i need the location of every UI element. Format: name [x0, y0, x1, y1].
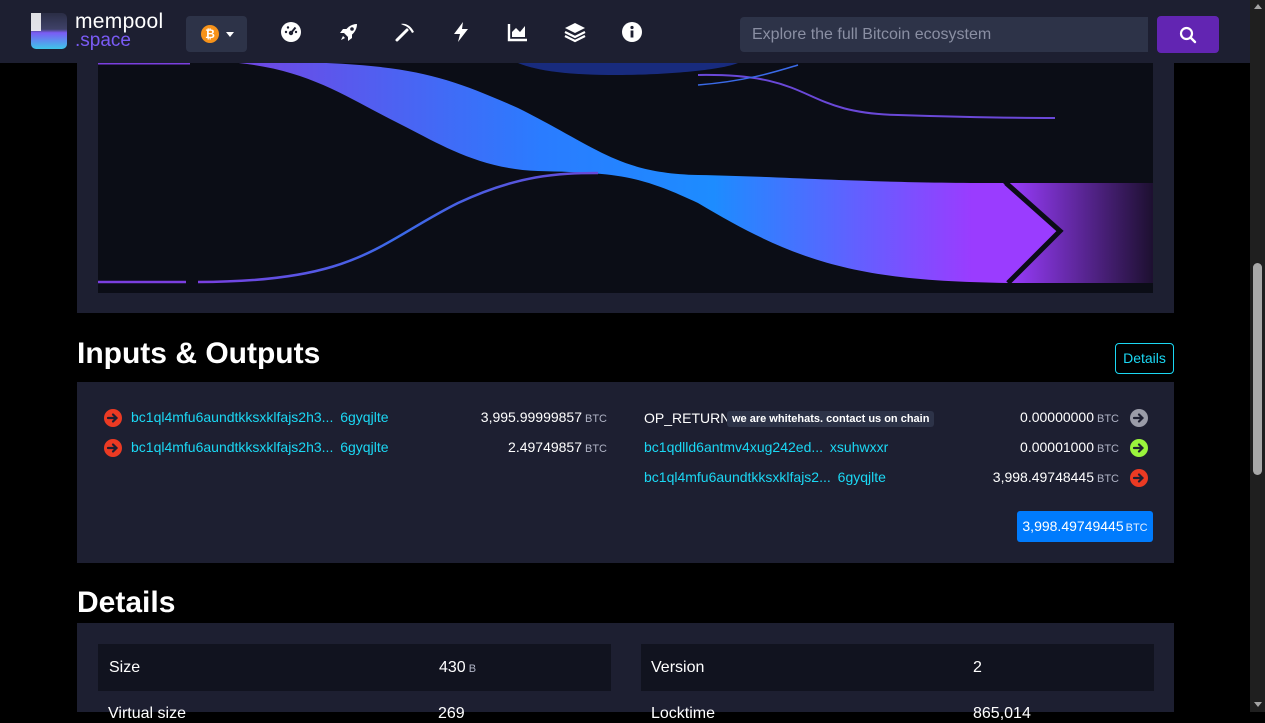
tx-flow-diagram-panel	[77, 63, 1174, 313]
input-amount-unit: BTC	[585, 413, 607, 425]
info-icon[interactable]	[620, 20, 644, 44]
input-address-end: 6gyqjlte	[340, 439, 389, 455]
spent-arrow-icon[interactable]	[104, 439, 122, 457]
output-amount-unit: BTC	[1097, 413, 1119, 425]
input-amount-value: 2.49749857	[508, 439, 582, 455]
inputs-outputs-panel: bc1ql4mfu6aundtkksxklfajs2h3... 6gyqjlte…	[77, 382, 1174, 563]
input-address-end: 6gyqjlte	[340, 409, 389, 425]
output-amount[interactable]: 0.00000000 BTC	[947, 409, 1119, 425]
dashboard-icon[interactable]	[279, 20, 303, 44]
lightning-icon[interactable]	[449, 20, 473, 44]
unspent-arrow-icon[interactable]	[1130, 439, 1148, 457]
output-address-end: xsuhwxxr	[829, 439, 889, 455]
total-output-badge[interactable]: 3,998.49749445 BTC	[1017, 511, 1153, 542]
scrollbar-thumb[interactable]	[1253, 263, 1262, 475]
graphs-icon[interactable]	[506, 20, 530, 44]
mempool-logo-icon[interactable]	[31, 13, 67, 49]
top-navbar: mempool .space ₿	[0, 0, 1250, 63]
detail-label: Version	[651, 659, 705, 676]
detail-label: Size	[109, 659, 141, 676]
logo-text[interactable]: mempool .space	[75, 11, 163, 50]
op-return-message: we are whitehats. contact us on chain	[727, 411, 935, 427]
detail-value-number: 430	[439, 659, 466, 676]
detail-label-partial: Virtual size	[108, 705, 186, 722]
input-amount-unit: BTC	[585, 443, 607, 455]
mining-icon[interactable]	[393, 20, 417, 44]
output-address-link[interactable]: bc1ql4mfu6aundtkksxklfajs2... 6gyqjlte	[644, 469, 886, 485]
detail-label-partial: Locktime	[651, 705, 716, 722]
details-title: Details	[77, 586, 176, 619]
details-row-version: Version 2	[641, 644, 1154, 691]
output-amount-unit: BTC	[1097, 443, 1119, 455]
detail-value-partial: 865,014	[973, 705, 1031, 722]
output-amount-value: 0.00001000	[1020, 439, 1094, 455]
total-amount-value: 3,998.49749445	[1022, 518, 1124, 534]
blocks-icon[interactable]	[563, 20, 587, 44]
rocket-icon[interactable]	[337, 20, 361, 44]
io-details-button[interactable]: Details	[1115, 343, 1174, 374]
input-address-start: bc1ql4mfu6aundtkksxklfajs2h3...	[131, 439, 334, 455]
input-amount[interactable]: 2.49749857 BTC	[437, 439, 607, 455]
detail-value-partial: 269	[438, 705, 465, 722]
output-address-start: bc1ql4mfu6aundtkksxklfajs2...	[644, 469, 831, 485]
chevron-down-icon	[226, 32, 234, 37]
detail-value: 430 B	[439, 644, 476, 693]
search-button[interactable]	[1157, 16, 1219, 53]
input-address-link[interactable]: bc1ql4mfu6aundtkksxklfajs2h3... 6gyqjlte	[131, 439, 389, 455]
inputs-outputs-title: Inputs & Outputs	[77, 337, 321, 370]
detail-value: 2	[973, 659, 982, 676]
op-return-label: OP_RETURN	[644, 410, 731, 426]
page-scrollbar[interactable]	[1250, 0, 1265, 712]
tx-flow-diagram[interactable]	[98, 63, 1153, 293]
total-amount-unit: BTC	[1125, 522, 1148, 534]
bitcoin-icon: ₿	[201, 25, 219, 43]
detail-value-unit: B	[468, 663, 477, 675]
scroll-up-arrow-icon[interactable]	[1254, 4, 1262, 9]
search-icon	[1179, 26, 1197, 44]
output-amount-value: 3,998.49748445	[992, 469, 1094, 485]
input-amount-value: 3,995.99999857	[480, 409, 582, 425]
input-amount[interactable]: 3,995.99999857 BTC	[437, 409, 607, 425]
spent-arrow-icon[interactable]	[1130, 469, 1148, 487]
output-address-end: 6gyqjlte	[837, 469, 886, 485]
logo-suffix: .space	[75, 30, 131, 51]
input-address-start: bc1ql4mfu6aundtkksxklfajs2h3...	[131, 409, 334, 425]
details-panel: Size 430 B Version 2 Virtual size 269 Loc…	[77, 623, 1174, 722]
output-address-start: bc1qdlld6antmv4xug242ed...	[644, 439, 824, 455]
search-input[interactable]	[740, 17, 1148, 52]
details-row-size: Size 430 B	[98, 644, 611, 691]
output-amount[interactable]: 3,998.49748445 BTC	[947, 469, 1119, 485]
input-address-link[interactable]: bc1ql4mfu6aundtkksxklfajs2h3... 6gyqjlte	[131, 409, 389, 425]
output-amount-unit: BTC	[1097, 473, 1119, 485]
op-return-arrow-icon[interactable]	[1130, 409, 1148, 427]
spent-arrow-icon[interactable]	[104, 409, 122, 427]
output-address-link[interactable]: bc1qdlld6antmv4xug242ed... xsuhwxxr	[644, 439, 888, 455]
network-selector-button[interactable]: ₿	[186, 16, 247, 52]
scroll-down-arrow-icon[interactable]	[1254, 702, 1262, 707]
output-amount-value: 0.00000000	[1020, 409, 1094, 425]
output-amount[interactable]: 0.00001000 BTC	[947, 439, 1119, 455]
logo-name: mempool	[75, 10, 164, 33]
